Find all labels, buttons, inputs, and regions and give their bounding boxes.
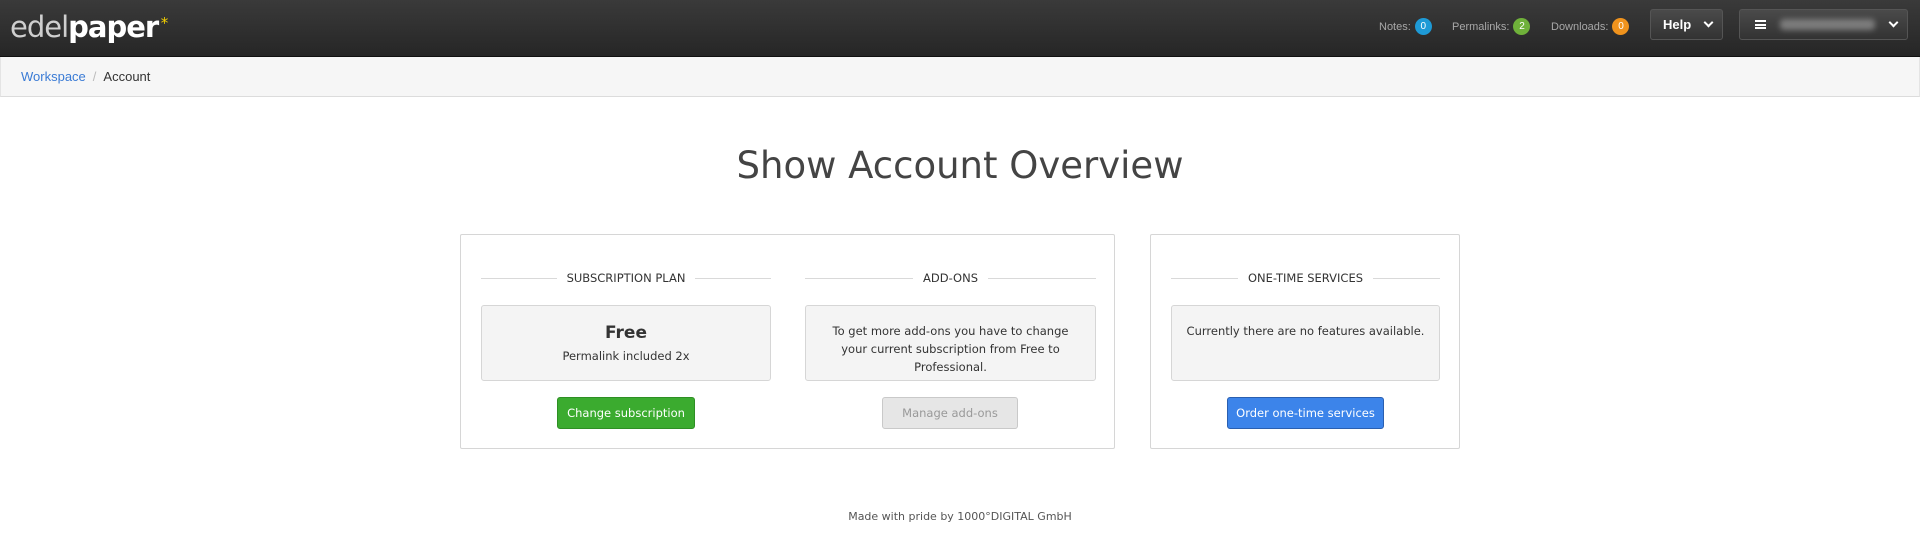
services-heading: ONE-TIME SERVICES [1171,271,1440,285]
change-subscription-button[interactable]: Change subscription [557,397,695,429]
notes-badge: 0 [1414,18,1432,35]
divider [481,277,557,279]
subscription-panel: SUBSCRIPTION PLAN Free Permalink include… [460,234,1115,449]
hamburger-icon [1755,20,1766,29]
addons-heading: ADD-ONS [805,271,1097,285]
downloads-label: Downloads: [1551,20,1609,33]
downloads-badge: 0 [1612,18,1630,35]
plan-name: Free [605,323,647,343]
logo-part2: paper [68,10,159,44]
plan-box: Free Permalink included 2x [481,305,771,381]
logo-part1: edel [10,10,69,44]
services-box: Currently there are no features availabl… [1171,305,1440,381]
notes-label: Notes: [1379,20,1411,33]
footer-text: Made with pride by 1000°DIGITAL GmbH [848,510,1072,523]
divider [695,277,772,279]
plan-description: Permalink included 2x [562,349,690,363]
notes-counter[interactable]: Notes: 0 [1379,18,1432,35]
help-label: Help [1663,17,1692,32]
subscription-heading-text: SUBSCRIPTION PLAN [566,271,686,285]
breadcrumb-separator: / [92,69,97,84]
chevron-down-icon [1888,17,1899,28]
top-navbar: edelpaper * Notes: 0 Permalinks: 2 Downlo… [0,0,1920,57]
logo-star-icon: * [160,14,168,32]
user-menu-button[interactable] [1739,9,1908,40]
addons-box: To get more add-ons you have to change y… [805,305,1096,381]
breadcrumb: Workspace / Account [0,57,1920,97]
divider [1373,277,1440,279]
page-title: Show Account Overview [736,144,1184,187]
services-panel: ONE-TIME SERVICES Currently there are no… [1150,234,1460,449]
breadcrumb-current: Account [103,69,151,84]
help-dropdown-button[interactable]: Help [1650,9,1723,40]
divider [1171,277,1238,279]
divider [805,277,913,279]
services-text: Currently there are no features availabl… [1186,324,1425,338]
addons-heading-text: ADD-ONS [923,271,979,285]
edelpaper-logo[interactable]: edelpaper * [10,7,168,47]
breadcrumb-workspace-link[interactable]: Workspace [21,69,86,84]
permalinks-badge: 2 [1513,18,1531,35]
user-name-blurred [1780,19,1875,30]
chevron-down-icon [1703,17,1714,28]
services-heading-text: ONE-TIME SERVICES [1247,271,1364,285]
downloads-counter[interactable]: Downloads: 0 [1551,18,1630,35]
order-services-button[interactable]: Order one-time services [1227,397,1384,429]
permalinks-label: Permalinks: [1452,20,1510,33]
permalinks-counter[interactable]: Permalinks: 2 [1452,18,1531,35]
subscription-heading: SUBSCRIPTION PLAN [481,271,772,285]
manage-addons-button[interactable]: Manage add-ons [882,397,1018,429]
divider [988,277,1097,279]
addons-text: To get more add-ons you have to change y… [832,324,1069,374]
